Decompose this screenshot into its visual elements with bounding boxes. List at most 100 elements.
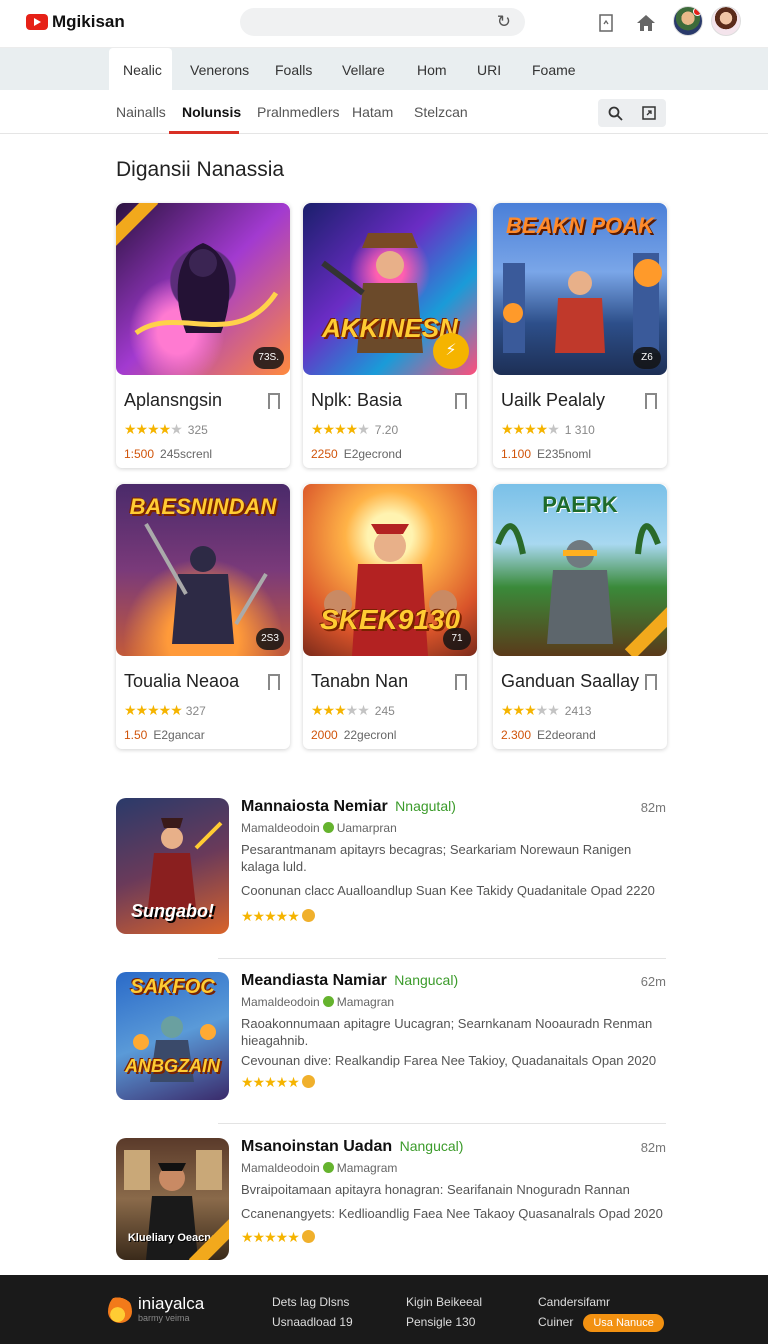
bookmark-icon[interactable] xyxy=(268,674,280,695)
game-card[interactable]: PAERK Ganduan Saallay ★★★★★ 2413 2.300 E2d… xyxy=(493,484,667,749)
star-rating: ★★★★★ 245 xyxy=(311,702,395,718)
game-card[interactable]: BAESNINDAN 2S3 Toualia Neaoa ★★★★★ 327 1.… xyxy=(116,484,290,749)
open-window-icon[interactable] xyxy=(632,99,666,127)
card-meta: 2.300 E2deorand xyxy=(501,728,596,742)
tab-category[interactable]: Venerons xyxy=(176,48,263,90)
list-title[interactable]: Msanoinstan Uadan Nangucal) xyxy=(241,1138,666,1156)
card-meta: 2250 E2gecrond xyxy=(311,447,402,461)
card-meta: 2000 22gecronl xyxy=(311,728,396,742)
list-item[interactable]: SAKFOC ANBGZAIN Meandiasta Namiar Nanguc… xyxy=(116,972,666,1102)
footer-tagline: barmy veima xyxy=(138,1313,190,1323)
tab-category[interactable]: Hom xyxy=(403,48,461,90)
footer-column: Dets lag Dlsns Usnaadload 19 xyxy=(272,1292,353,1332)
footer-link[interactable]: Dets lag Dlsns xyxy=(272,1292,353,1312)
list-item[interactable]: Sungabo! Mannaiosta Nemiar Nnagutal) 82m… xyxy=(116,798,666,938)
user-avatar[interactable] xyxy=(673,6,703,36)
bookmark-icon[interactable] xyxy=(455,674,467,695)
list-time: 62m xyxy=(640,974,666,989)
sub-tab[interactable]: Pralnmedlers xyxy=(257,104,339,120)
list-item[interactable]: Klueliary Oeacne Msanoinstan Uadan Nangu… xyxy=(116,1138,666,1262)
list-subtitle: Mamaldeodoin Uamarpran xyxy=(241,821,666,835)
list-body: Mannaiosta Nemiar Nnagutal) 82m Mamaldeo… xyxy=(241,798,666,925)
footer-label: Cuiner xyxy=(538,1315,574,1329)
leaf-icon xyxy=(322,822,334,833)
bookmark-icon[interactable] xyxy=(645,393,657,414)
card-title: Uailk Pealaly xyxy=(501,390,606,410)
search-icon[interactable] xyxy=(598,99,632,127)
thumb-title-art: Sungabo! xyxy=(131,901,214,921)
tab-category[interactable]: Nealic xyxy=(109,48,172,90)
tab-category[interactable]: Foame xyxy=(518,48,590,90)
footer-link[interactable]: Usnaadload 19 xyxy=(272,1312,353,1332)
home-icon[interactable] xyxy=(634,11,658,35)
footer-logo[interactable]: iniayalca barmy veima xyxy=(108,1295,204,1323)
tab-category[interactable]: Vellare xyxy=(328,48,399,90)
list-extra: Cevounan dive: Realkandip Farea Nee Taki… xyxy=(241,1053,657,1068)
game-thumbnail[interactable]: SKEK9130 71 xyxy=(303,484,477,656)
emoji-icon xyxy=(301,1230,315,1243)
author: Mamaldeodoin xyxy=(241,995,320,1009)
notification-dot xyxy=(693,7,702,16)
thumb-title-art: BAESNINDAN xyxy=(129,494,277,519)
game-card[interactable]: BEAKN POAK Z6 Uailk Pealaly ★★★★★ 1 310 1… xyxy=(493,203,667,468)
search-input[interactable]: ↻ xyxy=(240,8,525,36)
list-description: Bvraipoitamaan apitayra honagran: Searif… xyxy=(241,1182,630,1197)
list-description: Raoakonnumaan apitagre Uucagran; Searnka… xyxy=(241,1016,653,1048)
game-thumbnail[interactable]: BAESNINDAN 2S3 xyxy=(116,484,290,656)
list-title[interactable]: Meandiasta Namiar Nangucal) xyxy=(241,972,666,990)
star-rating: ★★★★★ xyxy=(241,1074,666,1091)
bookmark-icon[interactable] xyxy=(268,393,280,414)
title-text: Mannaiosta Nemiar xyxy=(241,798,388,815)
list-thumbnail[interactable]: Klueliary Oeacne xyxy=(116,1138,229,1260)
rating-count: 7.20 xyxy=(374,423,399,437)
card-title: Aplansngsin xyxy=(124,390,223,410)
game-thumbnail[interactable]: 73S. xyxy=(116,203,290,375)
app-logo[interactable]: Mgikisan xyxy=(26,12,125,32)
thumb-badge: Z6 xyxy=(633,347,661,369)
footer-link[interactable]: Pensigle 130 xyxy=(406,1312,482,1332)
game-card[interactable]: AKKINESN ⚡ Nplk: Basia ★★★★★ 7.20 2250 E2g… xyxy=(303,203,477,468)
meta-text: E235noml xyxy=(537,447,592,461)
game-thumbnail[interactable]: AKKINESN ⚡ xyxy=(303,203,477,375)
bookmark-page-icon[interactable] xyxy=(594,11,618,35)
thumb-subtitle-art: ANBGZAIN xyxy=(125,1056,220,1076)
tab-category[interactable]: Foalls xyxy=(261,48,326,90)
list-thumbnail[interactable]: SAKFOC ANBGZAIN xyxy=(116,972,229,1100)
game-card[interactable]: 73S. Aplansngsin ★★★★★ 325 1:500 245screnl xyxy=(116,203,290,468)
sub-tab[interactable]: Stelzcan xyxy=(414,104,468,120)
bookmark-icon[interactable] xyxy=(645,674,657,695)
sub-tab[interactable]: Nainalls xyxy=(116,104,166,120)
divider xyxy=(218,1123,666,1124)
rating-count: 327 xyxy=(185,704,206,718)
flame-logo-icon xyxy=(108,1295,132,1323)
game-thumbnail[interactable]: BEAKN POAK Z6 xyxy=(493,203,667,375)
category: Mamagram xyxy=(336,1161,398,1175)
thumb-badge: 73S. xyxy=(253,347,284,369)
profile-avatar[interactable] xyxy=(711,6,741,36)
price: 2000 xyxy=(311,728,338,742)
footer-link[interactable]: Candersifamr xyxy=(538,1292,664,1312)
star-rating: ★★★★★ 1 310 xyxy=(501,421,595,437)
footer-cta-button[interactable]: Usa Nanuce xyxy=(583,1314,664,1332)
list-subtitle: Mamaldeodoin Mamagram xyxy=(241,1161,666,1175)
card-meta: 1.100 E235noml xyxy=(501,447,591,461)
price: 1.50 xyxy=(124,728,148,742)
bookmark-icon[interactable] xyxy=(455,393,467,414)
title-text: Meandiasta Namiar xyxy=(241,972,387,989)
list-body: Meandiasta Namiar Nangucal) 62m Mamaldeo… xyxy=(241,972,666,1091)
top-bar: Mgikisan ↻ xyxy=(0,0,768,48)
game-thumbnail[interactable]: PAERK xyxy=(493,484,667,656)
refresh-icon[interactable]: ↻ xyxy=(497,12,511,32)
sub-tabs: Nainalls Nolunsis Pralnmedlers Hatam Ste… xyxy=(0,90,768,134)
game-card[interactable]: SKEK9130 71 Tanabn Nan ★★★★★ 245 2000 22ge… xyxy=(303,484,477,749)
list-title[interactable]: Mannaiosta Nemiar Nnagutal) xyxy=(241,798,666,816)
price: 1:500 xyxy=(124,447,155,461)
sub-tab-active[interactable]: Nolunsis xyxy=(182,104,241,120)
footer-column: Candersifamr Cuiner Usa Nanuce xyxy=(538,1292,664,1332)
list-thumbnail[interactable]: Sungabo! xyxy=(116,798,229,934)
list-tag: Nangucal) xyxy=(399,1138,464,1154)
sub-tab[interactable]: Hatam xyxy=(352,104,393,120)
footer-link[interactable]: Kigin Beikeeal xyxy=(406,1292,482,1312)
tab-category[interactable]: URI xyxy=(463,48,515,90)
author: Mamaldeodoin xyxy=(241,1161,320,1175)
